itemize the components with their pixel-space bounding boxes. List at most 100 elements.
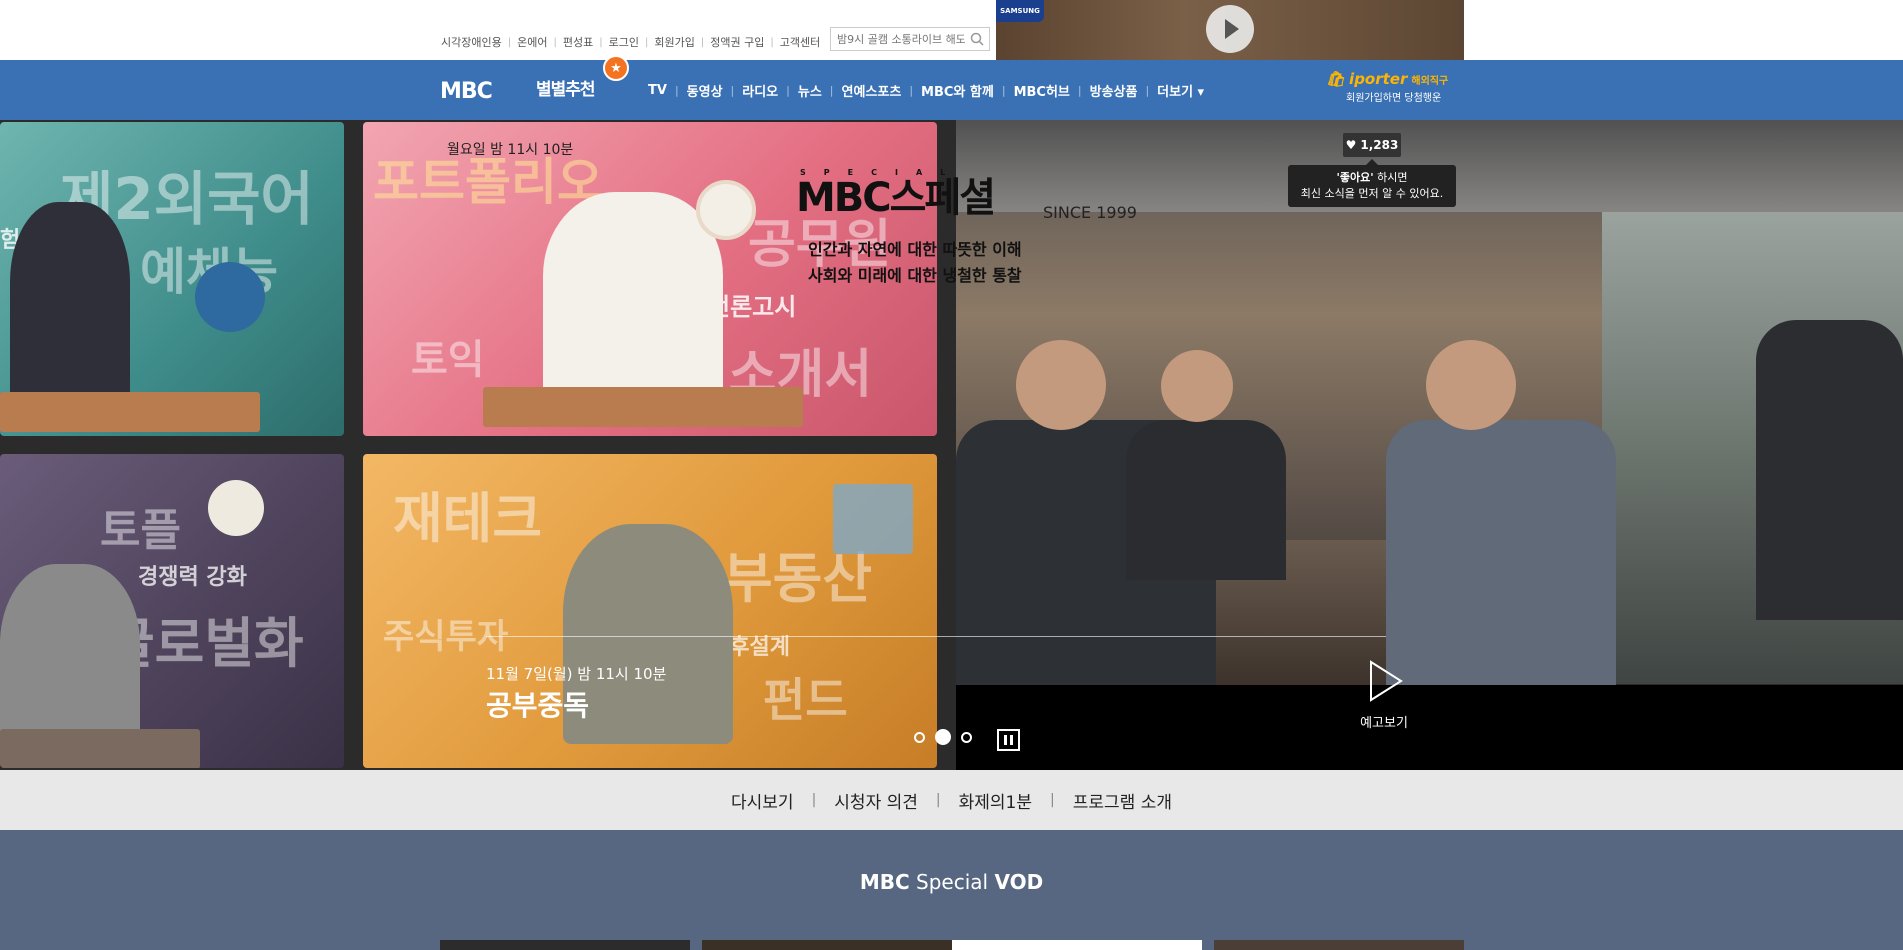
search-icon[interactable] [970,32,984,46]
hero-tile-orange: 재테크 부동산 도후설계 주식투자 펀드 [363,454,937,768]
menu-news[interactable]: 뉴스 [798,81,822,100]
iporter-banner[interactable]: 🛍 iporter 해외직구 회원가입하면 당첨행운 [1326,70,1458,106]
separator: | [700,36,705,48]
desk [0,392,260,432]
util-link-accessible[interactable]: 시각장애인용 [441,34,502,50]
pause-icon-bar [1004,735,1007,745]
like-tip-line2: 최신 소식을 먼저 알 수 있어요. [1300,187,1444,200]
like-button[interactable]: ♥ 1,283 [1343,133,1401,157]
preview-label: 예고보기 [1360,716,1408,731]
play-icon [1370,660,1403,702]
subnav-replay[interactable]: 다시보기 [731,788,794,813]
person-figure [1756,320,1903,620]
vod-thumbnail[interactable] [1214,940,1464,950]
samsung-logo: SAMSUNG [996,0,1044,22]
desk [483,387,803,427]
person-head [1161,350,1233,422]
menu-products[interactable]: 방송상품 [1090,81,1138,100]
globe-icon [195,262,265,332]
person-figure [543,192,723,402]
hero-divider [486,636,1386,637]
main-menu: TV | 동영상 | 라디오 | 뉴스 | 연예스포츠 | MBC와 함께 | MBC허브 |… [648,81,1204,100]
photo-bottom-bar [956,685,1903,770]
clock-icon [696,180,756,240]
separator: | [553,36,557,48]
subnav-viewer-opinion[interactable]: 시청자 의견 [834,788,918,813]
desk [0,729,200,768]
program-logo-text: MBC스페셜 [796,175,996,221]
iporter-tag: 해외직구 [1411,75,1449,87]
carousel-dot-active[interactable] [935,729,951,745]
star-icon: ★ [603,55,629,81]
separator: | [1145,84,1150,97]
util-link-schedule[interactable]: 편성표 [563,34,593,50]
tile-text: 토플 [100,505,181,556]
util-link-support[interactable]: 고객센터 [780,34,820,50]
mbc-logo[interactable]: MBC [440,79,508,101]
like-count: 1,283 [1360,138,1399,152]
util-link-login[interactable]: 로그인 [609,34,639,50]
util-link-pass[interactable]: 정액권 구입 [710,34,764,50]
vod-thumbnail[interactable] [952,940,1202,950]
mbc-special-logo[interactable]: SPECIAL MBC스페셜 [796,168,996,221]
separator: | [811,792,817,808]
episode-title[interactable]: 공부중독 [486,684,589,724]
util-link-onair[interactable]: 온에어 [517,34,547,50]
program-tagline: 인간과 자연에 대한 따뜻한 이해 사회와 미래에 대한 냉철한 통찰 [808,237,1022,289]
separator: | [1001,84,1006,97]
person-figure [1126,420,1286,580]
separator: | [599,36,603,48]
hero-tile-purple: 토플 경쟁력 강화 글로벌화 [0,454,344,768]
carousel-dot[interactable] [961,731,972,743]
tile-text: 주식투자 [383,617,509,657]
heart-icon: ♥ [1345,138,1357,152]
like-tip-bold: '좋아요' [1336,171,1374,184]
subnav-program-intro[interactable]: 프로그램 소개 [1073,788,1172,813]
separator: | [1077,84,1082,97]
separator: | [644,36,649,48]
svg-text:MBC: MBC [440,79,492,101]
person-head [1016,340,1106,430]
play-icon[interactable] [1206,5,1254,53]
menu-tv[interactable]: TV [648,83,667,98]
person-figure [1386,420,1616,685]
vod-title-bold-1: MBC [859,870,910,894]
vod-thumbnail[interactable] [440,940,690,950]
iporter-sub: 회원가입하면 당첨행운 [1346,93,1442,104]
star-recommend-link[interactable]: 별별추천 [536,75,596,100]
carousel-dot[interactable] [914,731,925,743]
preview-button[interactable]: 예고보기 [1358,660,1410,731]
separator: | [507,36,512,48]
like-tip-rest: 하시면 [1373,171,1408,184]
utility-links: 시각장애인용 | 온에어 | 편성표 | 로그인 | 회원가입 | 정액권 구입 | 고객센… [441,34,820,50]
menu-video[interactable]: 동영상 [687,81,723,100]
separator: | [770,36,774,48]
menu-radio[interactable]: 라디오 [742,81,778,100]
menu-more[interactable]: 더보기 ▾ [1157,81,1204,100]
subnav-highlight[interactable]: 화제의1분 [959,788,1032,813]
separator: | [935,792,941,808]
menu-mbc-hub[interactable]: MBC허브 [1014,81,1070,100]
program-airtime: 월요일 밤 11시 10분 [447,142,574,158]
search-box [830,27,990,51]
top-ad-banner[interactable]: SAMSUNG [996,0,1464,60]
person-head [1426,340,1516,430]
person-figure [10,202,130,402]
separator: | [674,84,679,97]
carousel-indicators [914,729,972,745]
vod-thumbnail[interactable] [702,940,952,950]
iporter-brand: iporter [1349,70,1408,88]
clock-icon [208,480,264,536]
program-subnav: 다시보기 | 시청자 의견 | 화제의1분 | 프로그램 소개 [0,770,1903,830]
episode-date: 11월 7일(월) 밤 11시 10분 [486,665,667,683]
shopping-bag-icon: 🛍 [1326,70,1346,88]
separator: | [829,84,834,97]
separator: | [1050,792,1055,808]
menu-entertainment[interactable]: 연예스포츠 [842,81,902,100]
util-link-signup[interactable]: 회원가입 [654,34,694,50]
vod-title-normal: Special [909,870,995,894]
vod-title-bold-2: VOD [994,870,1044,894]
search-input[interactable] [837,32,965,46]
pause-button[interactable] [997,729,1020,751]
menu-with-mbc[interactable]: MBC와 함께 [921,81,994,100]
